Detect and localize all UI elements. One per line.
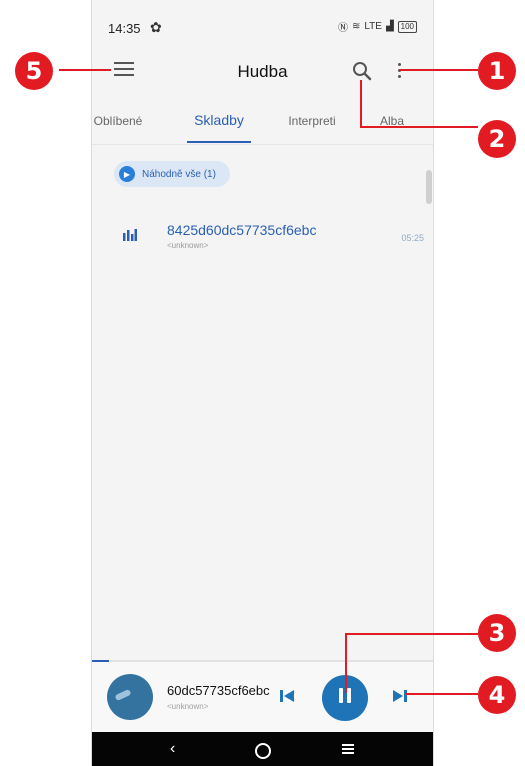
tab-bar: Oblíbené Skladby Interpreti Alba — [92, 100, 433, 145]
skip-previous-icon — [280, 690, 294, 702]
callout-line-5 — [59, 69, 111, 71]
callout-line-2b — [360, 126, 478, 128]
song-title: 8425d60dc57735cf6ebc — [167, 222, 317, 238]
callout-line-3a — [345, 633, 347, 693]
equalizer-icon — [123, 229, 137, 241]
app-bar: Hudba — [92, 44, 433, 100]
wifi-icon: ≋ — [351, 21, 361, 32]
callout-4: 4 — [478, 676, 516, 714]
skip-next-icon — [393, 690, 407, 702]
network-type: LTE — [364, 21, 382, 32]
tab-indicator — [187, 141, 251, 143]
play-icon: ▶ — [119, 166, 135, 182]
more-vert-icon — [397, 62, 401, 66]
phone-screen: 14:35 ✿ Ⓝ ≋ LTE ▟ 100 Hudba Oblíbené Skl… — [91, 0, 434, 766]
search-icon — [353, 62, 372, 81]
gear-icon: ✿ — [150, 19, 162, 35]
system-nav-bar: ‹ — [92, 732, 433, 766]
mini-player: 60dc57735cf6ebc <unknown> — [92, 662, 433, 732]
tab-interpreti[interactable]: Interpreti — [288, 114, 335, 128]
callout-line-1 — [400, 69, 478, 71]
song-artist: <unknown> — [167, 241, 209, 250]
album-art[interactable] — [107, 674, 153, 720]
status-time: 14:35 — [108, 21, 141, 36]
shuffle-all-button[interactable]: ▶ Náhodně vše (1) — [114, 161, 230, 187]
song-list-item[interactable]: 8425d60dc57735cf6ebc <unknown> 05:25 — [92, 212, 433, 260]
callout-2: 2 — [478, 120, 516, 158]
tab-skladby[interactable]: Skladby — [194, 112, 244, 128]
scrollbar[interactable] — [426, 170, 432, 204]
callout-line-2a — [360, 80, 362, 126]
home-icon[interactable] — [255, 743, 271, 759]
song-duration: 05:25 — [401, 233, 424, 243]
next-button[interactable] — [392, 688, 408, 704]
tab-oblibene[interactable]: Oblíbené — [94, 114, 143, 128]
now-playing-artist: <unknown> — [167, 702, 209, 711]
status-icons: Ⓝ ≋ LTE ▟ 100 — [338, 19, 417, 34]
nfc-icon: Ⓝ — [337, 23, 348, 34]
search-button[interactable] — [351, 60, 373, 82]
back-icon[interactable]: ‹ — [170, 740, 175, 758]
callout-line-3b — [345, 633, 478, 635]
recents-icon[interactable] — [342, 744, 354, 754]
status-bar: 14:35 ✿ Ⓝ ≋ LTE ▟ 100 — [92, 0, 433, 44]
now-playing-title[interactable]: 60dc57735cf6ebc — [167, 683, 270, 698]
callout-line-4 — [406, 693, 478, 695]
callout-1: 1 — [478, 52, 516, 90]
app-title: Hudba — [237, 62, 288, 81]
previous-button[interactable] — [279, 688, 295, 704]
battery-icon: 100 — [397, 20, 417, 33]
callout-5: 5 — [15, 52, 53, 90]
callout-3: 3 — [478, 614, 516, 652]
signal-icon: ▟ — [385, 21, 394, 32]
shuffle-label: Náhodně vše (1) — [142, 168, 216, 180]
